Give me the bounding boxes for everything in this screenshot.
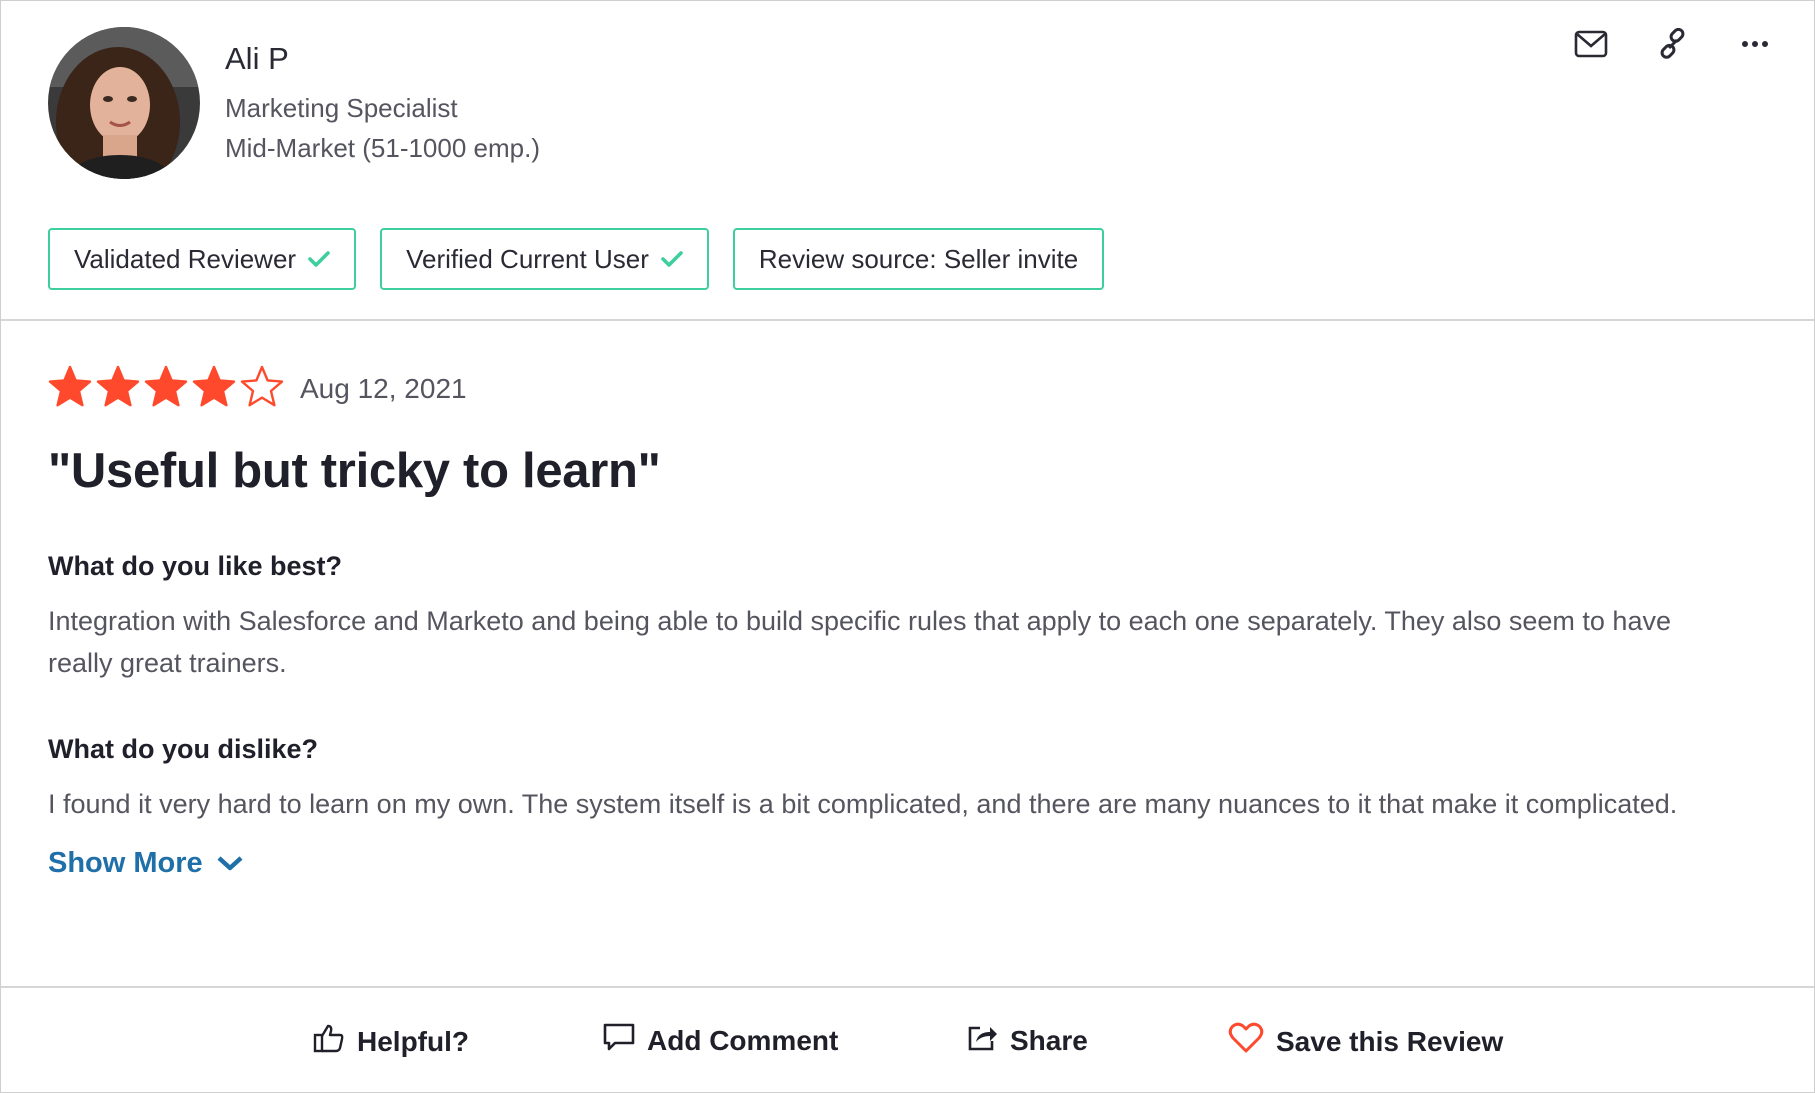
share-icon: [966, 1022, 998, 1059]
question-dislike: What do you dislike?: [48, 734, 319, 764]
link-icon[interactable]: [1654, 25, 1692, 63]
thumbs-up-icon: [313, 1022, 345, 1061]
add-comment-button[interactable]: Add Comment: [603, 1022, 838, 1059]
reviewer-header: Ali P Marketing Specialist Mid-Market (5…: [1, 1, 1814, 321]
badge-label: Review source: Seller invite: [758, 243, 1079, 274]
question-like-best: What do you like best?: [48, 551, 343, 581]
show-more-link[interactable]: Show More: [48, 847, 243, 880]
star-rating: [48, 365, 284, 414]
comment-icon: [603, 1022, 635, 1059]
review-actions: [1572, 25, 1774, 63]
review-body: Aug 12, 2021 "Useful but tricky to learn…: [48, 361, 1754, 880]
star-empty-icon: [240, 365, 284, 414]
answer-dislike: I found it very hard to learn on my own.…: [48, 789, 1678, 819]
check-icon: [661, 244, 683, 275]
answer-like-best: Integration with Salesforce and Marketo …: [48, 606, 1671, 678]
save-review-label: Save this Review: [1276, 1025, 1504, 1057]
heart-icon: [1228, 1022, 1264, 1061]
reviewer-avatar: [48, 27, 200, 179]
reviewer-name: Ali P: [225, 41, 289, 76]
badge-label: Verified Current User: [406, 243, 649, 274]
helpful-button[interactable]: Helpful?: [313, 1022, 469, 1061]
review-title: "Useful but tricky to learn": [48, 444, 661, 498]
review-card: Ali P Marketing Specialist Mid-Market (5…: [0, 0, 1815, 1093]
star-filled-icon: [144, 365, 188, 414]
helpful-label: Helpful?: [357, 1025, 469, 1057]
star-filled-icon: [48, 365, 92, 414]
mail-icon[interactable]: [1572, 25, 1610, 63]
chevron-down-icon: [217, 847, 243, 880]
more-options-icon[interactable]: [1736, 25, 1774, 63]
star-filled-icon: [192, 365, 236, 414]
rating-row: Aug 12, 2021: [48, 361, 1754, 417]
badge-review-source: Review source: Seller invite: [732, 228, 1105, 290]
show-more-label: Show More: [48, 847, 203, 879]
review-footer: Helpful? Add Comment Share Save this Rev…: [1, 986, 1814, 1093]
add-comment-label: Add Comment: [647, 1024, 839, 1056]
review-date: Aug 12, 2021: [300, 373, 467, 404]
reviewer-badges: Validated Reviewer Verified Current User…: [48, 228, 1105, 290]
star-filled-icon: [96, 365, 140, 414]
reviewer-role: Marketing Specialist: [225, 93, 458, 123]
check-icon: [308, 244, 330, 275]
badge-label: Validated Reviewer: [74, 243, 297, 274]
badge-verified-current-user: Verified Current User: [380, 228, 709, 290]
share-button[interactable]: Share: [966, 1022, 1088, 1059]
badge-validated-reviewer: Validated Reviewer: [48, 228, 357, 290]
reviewer-segment: Mid-Market (51-1000 emp.): [225, 133, 540, 163]
save-review-button[interactable]: Save this Review: [1228, 1022, 1503, 1061]
share-label: Share: [1010, 1024, 1088, 1056]
